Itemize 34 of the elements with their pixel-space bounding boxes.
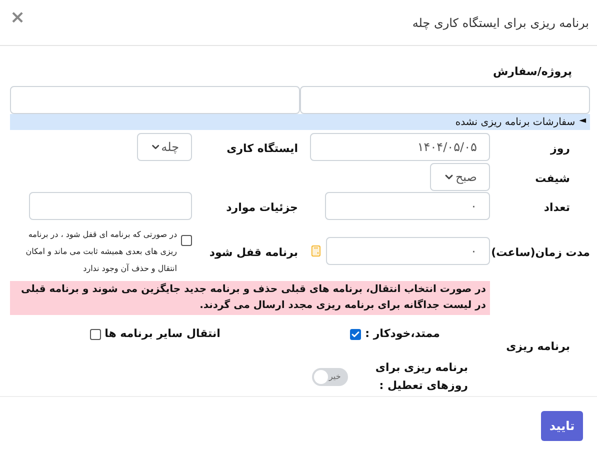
planning-label: برنامه ریزی: [506, 340, 570, 353]
option-label: ممتد،خودکار :: [365, 326, 440, 342]
unplanned-orders-bar[interactable]: ◄ سفارشات برنامه ریزی نشده: [10, 114, 590, 130]
workstation-label: ایستگاه کاری: [226, 142, 298, 155]
count-field[interactable]: ۰: [325, 192, 490, 220]
workstation-select[interactable]: چله: [137, 133, 192, 161]
project-field[interactable]: [300, 86, 590, 114]
toggle-state: خیر: [329, 371, 341, 383]
collapse-marker: ◄: [579, 115, 586, 128]
option-checkbox[interactable]: [90, 328, 101, 340]
option-checkbox[interactable]: [350, 328, 362, 340]
duration-field[interactable]: ۰: [326, 237, 490, 265]
close-button[interactable]: ×: [10, 4, 26, 31]
transfer-warning: در صورت انتخاب انتقال، برنامه های قبلی حذف و برنامه جدید جایگزین می شوند و برنامه قبلی در لیست جداگانه برای برنامه ریزی مجدد ارسال می گردند.: [10, 281, 490, 315]
calculator-icon[interactable]: [310, 245, 322, 257]
option-label: انتقال سایر برنامه ها: [104, 326, 220, 342]
count-label: تعداد: [544, 201, 570, 214]
details-label: جزئیات موارد: [226, 201, 298, 214]
project-label: پروژه/سفارش: [492, 64, 572, 80]
holidays-toggle[interactable]: خیر: [312, 368, 348, 386]
dialog-title: برنامه ریزی برای ایستگاه کاری چله: [412, 14, 589, 32]
details-field[interactable]: [29, 192, 192, 220]
duration-label: مدت زمان(ساعت): [491, 246, 590, 259]
confirm-button[interactable]: تایید: [541, 411, 583, 441]
shift-label: شیفت: [535, 172, 570, 184]
lock-note: در صورتی که برنامه ای قفل شود ، در برنامه ریزی های بعدی همیشه ثابت می ماند و امکان انتقال و حذف آن وجود ندارد: [24, 228, 177, 275]
day-field[interactable]: ۱۴۰۴/۰۵/۰۵: [310, 133, 490, 161]
order-field[interactable]: [10, 86, 300, 114]
shift-select[interactable]: صبح: [430, 162, 490, 190]
lock-checkbox[interactable]: [181, 234, 192, 246]
holidays-label: برنامه ریزی برای روزهای تعطیل :: [374, 360, 468, 394]
unplanned-orders-label: سفارشات برنامه ریزی نشده: [455, 116, 576, 130]
day-label: روز: [550, 142, 570, 155]
lock-label: برنامه قفل شود: [209, 246, 298, 259]
